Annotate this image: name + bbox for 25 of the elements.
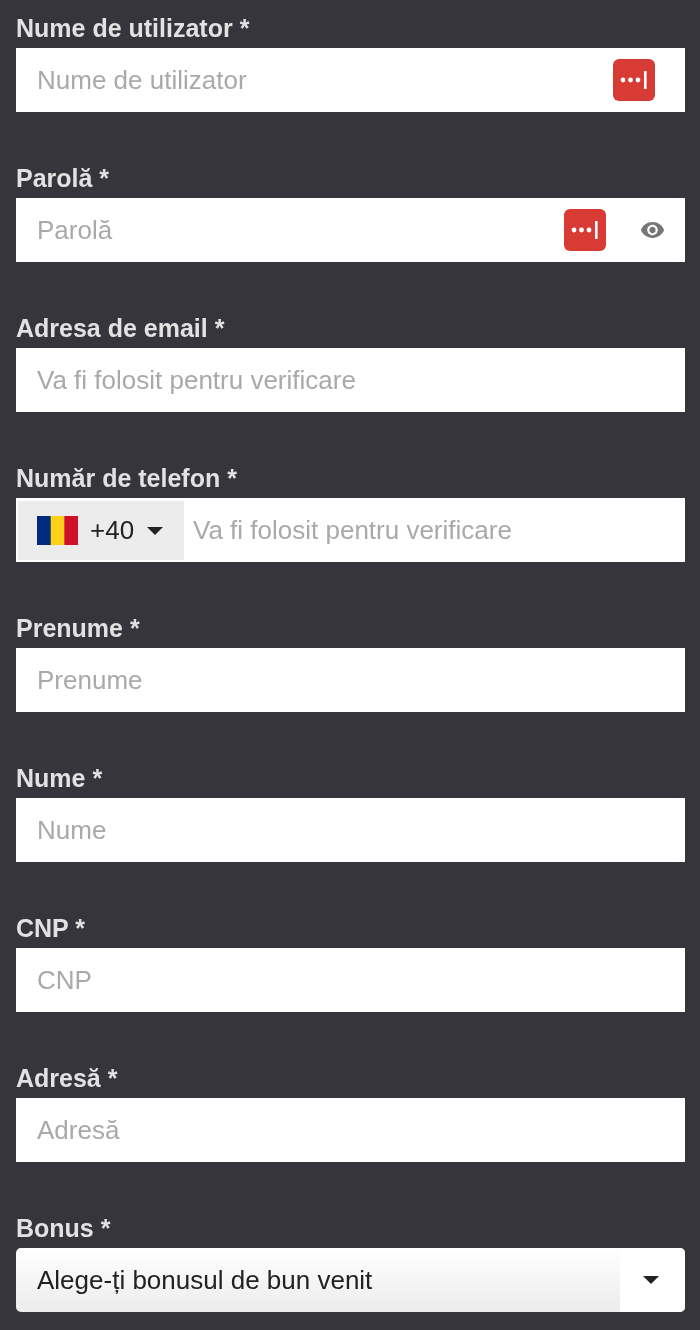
field-label: Bonus *	[16, 1214, 111, 1242]
input-field[interactable]: CNP	[16, 948, 685, 1012]
input-field[interactable]: Va fi folosit pentru verificare	[16, 348, 685, 412]
eye-icon[interactable]	[638, 220, 667, 240]
input-field[interactable]: Nume	[16, 798, 685, 862]
caret-icon	[642, 1276, 659, 1284]
field-label: Adresă *	[16, 1064, 118, 1092]
select-dropdown[interactable]: Alege-ți bonusul de bun venit	[16, 1248, 685, 1312]
field-label: Adresa de email *	[16, 314, 225, 342]
field-label: Nume *	[16, 764, 103, 792]
password-field[interactable]: Parolă	[16, 198, 685, 262]
flag-icon	[37, 516, 78, 545]
caret-icon	[147, 526, 164, 535]
field-label: Prenume *	[16, 614, 140, 642]
input-field[interactable]: Adresă	[16, 1098, 685, 1162]
password-dots-icon[interactable]	[564, 209, 606, 251]
input-field[interactable]: Prenume	[16, 648, 685, 712]
field-label: Număr de telefon *	[16, 464, 237, 492]
password-dots-icon[interactable]	[613, 59, 655, 101]
country-code-button[interactable]: +40	[16, 498, 184, 562]
input-field[interactable]: Nume de utilizator	[16, 48, 685, 112]
phone-field[interactable]: Va fi folosit pentru verificare	[184, 498, 685, 562]
field-label: Parolă *	[16, 164, 110, 192]
field-label: CNP *	[16, 914, 85, 942]
field-label: Nume de utilizator *	[16, 14, 250, 42]
